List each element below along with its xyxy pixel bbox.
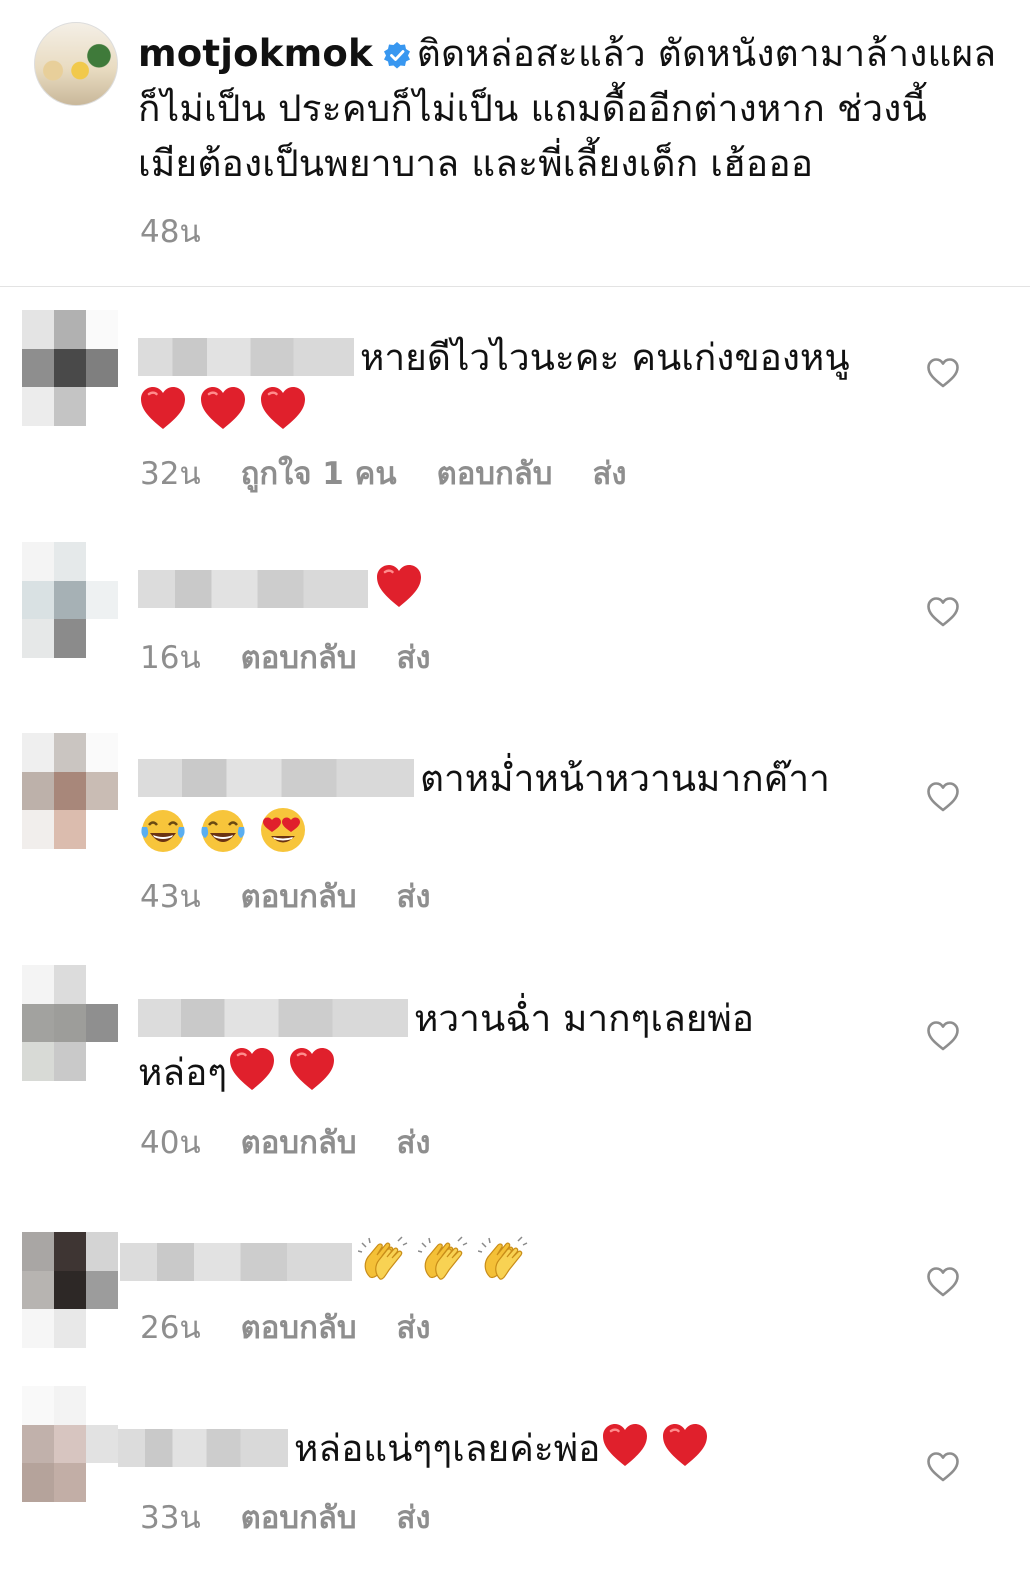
blurred-username[interactable] xyxy=(138,570,368,608)
send-button[interactable]: ส่ง xyxy=(397,640,431,676)
blurred-username[interactable] xyxy=(118,1429,288,1467)
divider xyxy=(0,286,1030,287)
comment-timestamp: 43น xyxy=(140,879,201,915)
comment-body: หวานฉ่ำ มากๆเลยพ่อ หล่อๆ xyxy=(138,993,908,1099)
reply-button[interactable]: ตอบกลับ xyxy=(241,1310,357,1346)
clapping-hands-icon xyxy=(358,1235,408,1285)
like-heart-icon[interactable] xyxy=(926,781,960,813)
comment-timestamp: 32น xyxy=(140,456,201,492)
blurred-username[interactable] xyxy=(138,999,408,1037)
likes-count[interactable]: ถูกใจ 1 คน xyxy=(241,456,397,492)
blurred-username[interactable] xyxy=(138,759,414,797)
comment-meta: 16น ตอบกลับ ส่ง xyxy=(140,632,471,682)
comment-body: หล่อแน่ๆๆเลยค่ะพ่อ xyxy=(118,1421,908,1475)
commenter-avatar[interactable] xyxy=(22,542,118,658)
author-avatar[interactable] xyxy=(34,22,118,106)
red-heart-icon xyxy=(227,1045,277,1095)
red-heart-icon xyxy=(138,384,188,434)
like-heart-icon[interactable] xyxy=(926,1451,960,1483)
verified-badge-icon xyxy=(383,42,410,69)
comment-text: หายดีไวไวนะคะ คนเก่งของหนู xyxy=(360,336,850,379)
tears-of-joy-icon xyxy=(138,805,188,855)
heart-eyes-icon xyxy=(258,805,308,855)
like-heart-icon[interactable] xyxy=(926,596,960,628)
send-button[interactable]: ส่ง xyxy=(397,879,431,915)
comment-timestamp: 26น xyxy=(140,1310,201,1346)
red-heart-icon xyxy=(287,1045,337,1095)
comment-body xyxy=(138,562,908,616)
commenter-avatar[interactable] xyxy=(22,310,118,426)
reply-button[interactable]: ตอบกลับ xyxy=(241,640,357,676)
reply-button[interactable]: ตอบกลับ xyxy=(241,1125,357,1161)
comment-timestamp: 33น xyxy=(140,1500,201,1536)
comment-timestamp: 40น xyxy=(140,1125,201,1161)
commenter-avatar[interactable] xyxy=(22,1232,118,1348)
author-username[interactable]: motjokmok xyxy=(138,32,373,75)
send-button[interactable]: ส่ง xyxy=(397,1125,431,1161)
like-heart-icon[interactable] xyxy=(926,1266,960,1298)
comment-meta: 33น ตอบกลับ ส่ง xyxy=(140,1492,471,1542)
comment-body xyxy=(120,1235,908,1289)
blurred-username[interactable] xyxy=(120,1243,352,1281)
caption-text-block: motjokmok ติดหล่อสะแล้ว ตัดหนังตามาล้างแผ… xyxy=(138,26,998,191)
red-heart-icon xyxy=(374,562,424,612)
post-caption: motjokmok ติดหล่อสะแล้ว ตัดหนังตามาล้างแผ… xyxy=(0,0,1030,287)
reply-button[interactable]: ตอบกลับ xyxy=(241,1500,357,1536)
red-heart-icon xyxy=(258,384,308,434)
commenter-avatar[interactable] xyxy=(22,965,118,1081)
commenter-avatar[interactable] xyxy=(22,733,118,849)
comment-body: ตาหม่ำหน้าหวานมากค๊าา xyxy=(138,753,908,859)
comment-text: หวานฉ่ำ มากๆเลยพ่อ xyxy=(414,997,755,1040)
send-button[interactable]: ส่ง xyxy=(592,456,626,492)
tears-of-joy-icon xyxy=(198,805,248,855)
comment-text: ตาหม่ำหน้าหวานมากค๊าา xyxy=(420,757,830,800)
send-button[interactable]: ส่ง xyxy=(397,1500,431,1536)
red-heart-icon xyxy=(660,1421,710,1471)
comment-body: หายดีไวไวนะคะ คนเก่งของหนู xyxy=(138,332,908,438)
red-heart-icon xyxy=(198,384,248,434)
comment-meta: 26น ตอบกลับ ส่ง xyxy=(140,1302,471,1352)
clapping-hands-icon xyxy=(478,1235,528,1285)
like-heart-icon[interactable] xyxy=(926,357,960,389)
clapping-hands-icon xyxy=(418,1235,468,1285)
comment-meta: 43น ตอบกลับ ส่ง xyxy=(140,871,471,921)
comment-text: หล่อแน่ๆๆเลยค่ะพ่อ xyxy=(294,1427,601,1470)
reply-button[interactable]: ตอบกลับ xyxy=(437,456,553,492)
blurred-username[interactable] xyxy=(138,338,354,376)
reply-button[interactable]: ตอบกลับ xyxy=(241,879,357,915)
comment-text-line-2: หล่อๆ xyxy=(138,1051,228,1094)
caption-timestamp: 48น xyxy=(140,214,201,250)
commenter-avatar[interactable] xyxy=(22,1386,118,1502)
red-heart-icon xyxy=(600,1421,650,1471)
send-button[interactable]: ส่ง xyxy=(397,1310,431,1346)
comment-meta: 40น ตอบกลับ ส่ง xyxy=(140,1117,471,1167)
like-heart-icon[interactable] xyxy=(926,1020,960,1052)
comment-meta: 32น ถูกใจ 1 คน ตอบกลับ ส่ง xyxy=(140,448,667,498)
comment-timestamp: 16น xyxy=(140,640,201,676)
